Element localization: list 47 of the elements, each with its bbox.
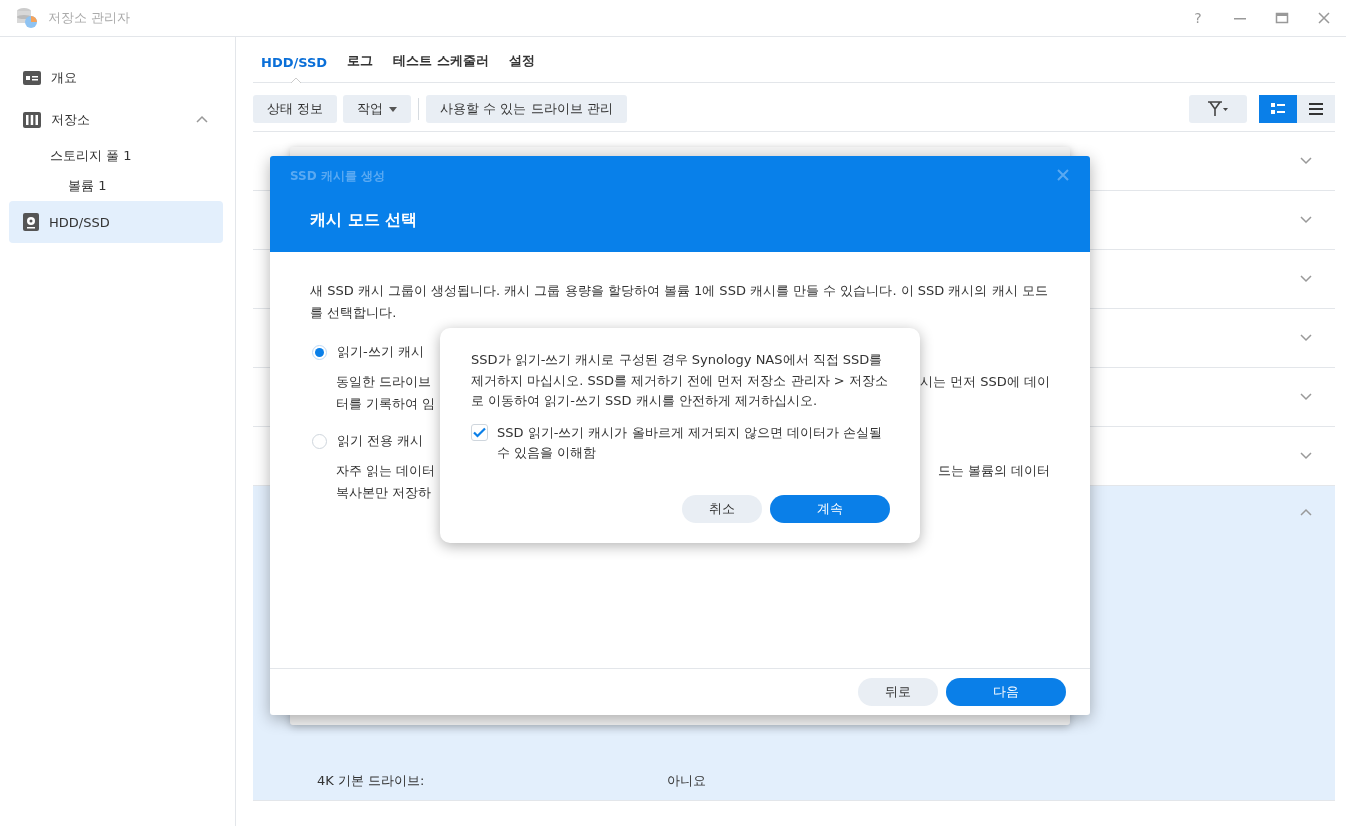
continue-button[interactable]: 계속 <box>770 495 890 523</box>
tile-view-button[interactable] <box>1259 95 1297 123</box>
next-button[interactable]: 다음 <box>946 678 1066 706</box>
sidebar-subitem[interactable]: 볼륨 1 <box>68 177 107 195</box>
option-description: 동일한 드라이브 <box>336 373 432 391</box>
app-icon <box>16 7 38 29</box>
tab[interactable]: HDD/SSD <box>253 55 340 82</box>
overview-icon <box>23 71 41 85</box>
storage-icon <box>23 112 41 128</box>
checkbox-label[interactable]: SSD 읽기-쓰기 캐시가 올바르게 제거되지 않으면 데이터가 손실될 수 있음을 이해함 <box>497 422 890 464</box>
option-description: 자주 읽는 데이터 <box>336 462 436 480</box>
window-title: 저장소 관리자 <box>48 9 132 27</box>
sidebar-item[interactable]: 개요 <box>9 57 223 99</box>
option-description: 시는 먼저 SSD에 데이 <box>920 373 1050 391</box>
back-button[interactable]: 뒤로 <box>858 678 938 706</box>
tab[interactable]: 테스트 스케줄러 <box>385 52 501 82</box>
dialog-title: SSD 캐시를 생성 <box>290 169 386 183</box>
option-description: 복사본만 저장하 <box>336 484 432 502</box>
filter-icon <box>1207 101 1229 117</box>
caret-icon <box>389 106 398 112</box>
step-title: 캐시 모드 선택 <box>310 210 418 231</box>
radio-button[interactable] <box>312 433 327 449</box>
detail-value: 아니요 <box>667 772 706 790</box>
tab[interactable]: 설정 <box>500 52 547 82</box>
list-view-icon <box>1309 103 1323 115</box>
toolbar-button[interactable]: 상태 정보 <box>253 95 338 123</box>
filter-button[interactable] <box>1189 95 1247 123</box>
tile-view-icon <box>1271 103 1285 115</box>
sidebar-item[interactable]: HDD/SSD <box>9 201 223 243</box>
tab[interactable]: 로그 <box>339 52 386 82</box>
option-label[interactable]: 읽기 전용 캐시 <box>337 432 424 450</box>
sidebar-item[interactable]: 저장소 <box>9 99 223 141</box>
list-view-button[interactable] <box>1297 95 1335 123</box>
checkbox[interactable] <box>471 423 488 441</box>
close-icon[interactable] <box>1056 168 1070 182</box>
tab-pointer <box>291 77 302 83</box>
warning-message: SSD가 읽기-쓰기 캐시로 구성된 경우 Synology NAS에서 직접 SSD를 제거하지 마십시오. SSD를 제거하기 전에 먼저 저장소 관리자 > 저장소로 이동하여 읽기-쓰기 SSD 캐시를 안전하게 제거하십시오. <box>471 351 889 410</box>
sidebar-subitem[interactable]: 스토리지 풀 1 <box>50 147 132 165</box>
detail-label: 4K 기본 드라이브: <box>317 772 426 790</box>
cancel-button[interactable]: 취소 <box>682 495 762 523</box>
toolbar-button[interactable]: 작업 <box>343 95 412 123</box>
option-label[interactable]: 읽기-쓰기 캐시 <box>337 343 424 361</box>
toolbar-button[interactable]: 사용할 수 있는 드라이브 관리 <box>426 95 627 123</box>
intro-text: 새 SSD 캐시 그룹이 생성됩니다. 캐시 그룹 용량을 할당하여 볼륨 1에 SSD 캐시를 만들 수 있습니다. 이 SSD 캐시의 캐시 모드를 선택합니다. <box>310 282 1049 322</box>
radio-button[interactable] <box>312 344 327 360</box>
option-description: 터를 기록하여 임 <box>336 395 436 413</box>
option-description: 드는 볼륨의 데이터 <box>937 462 1050 480</box>
